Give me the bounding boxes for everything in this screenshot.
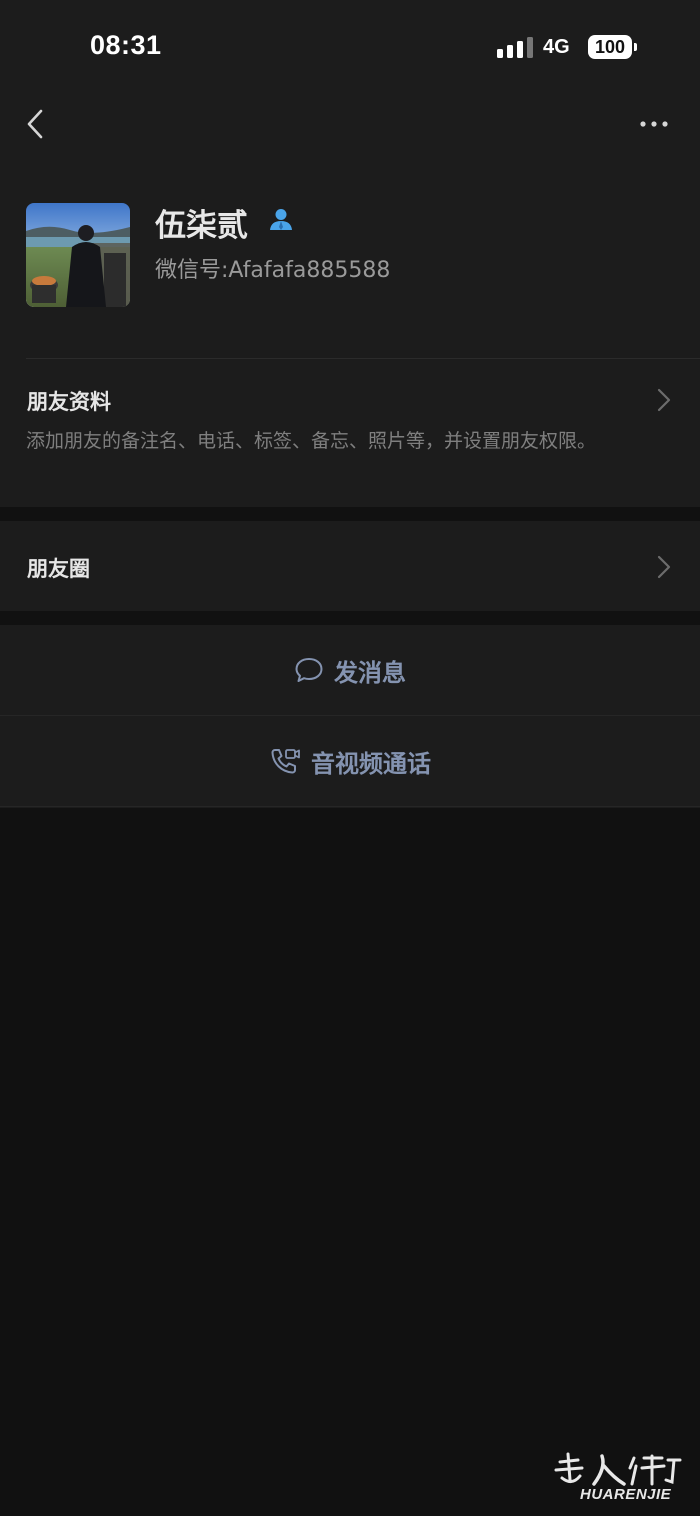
battery-icon: 100 [588, 35, 632, 59]
divider [0, 806, 700, 807]
more-dots-icon [640, 121, 668, 127]
wechat-id-row: 微信号:Afafafa885588 [155, 252, 390, 284]
contact-person-icon [268, 206, 294, 232]
wechat-id-label: 微信号: [155, 258, 229, 283]
send-message-button[interactable]: 发消息 [0, 625, 700, 715]
chevron-right-icon [657, 388, 671, 412]
status-time: 08:31 [90, 30, 162, 60]
phone-video-icon [271, 749, 300, 774]
battery-level: 100 [594, 36, 626, 57]
watermark-text: HUARENJIE [580, 1486, 672, 1503]
friend-info-description: 添加朋友的备注名、电话、标签、备忘、照片等，并设置朋友权限。 [26, 430, 597, 452]
friend-info-title: 朋友资料 [27, 390, 111, 414]
section-gap [0, 507, 700, 521]
network-type: 4G [543, 36, 570, 58]
av-call-button[interactable]: 音视频通话 [0, 716, 700, 806]
section-gap [0, 611, 700, 625]
moments-title: 朋友圈 [27, 557, 90, 581]
chevron-right-icon [657, 555, 671, 579]
watermark-logo [550, 1450, 690, 1490]
contact-name: 伍柒贰 [155, 208, 248, 244]
chevron-left-icon [27, 109, 43, 139]
battery-cap [634, 43, 637, 51]
more-options-button[interactable] [632, 110, 676, 138]
back-button[interactable] [20, 104, 54, 144]
send-message-label: 发消息 [334, 658, 406, 687]
wechat-id-value: Afafafa885588 [228, 258, 391, 283]
avatar[interactable] [26, 203, 130, 307]
chat-bubble-icon [295, 658, 323, 682]
av-call-label: 音视频通话 [311, 749, 431, 778]
moments-row[interactable] [0, 521, 700, 611]
signal-strength-icon [497, 36, 533, 58]
